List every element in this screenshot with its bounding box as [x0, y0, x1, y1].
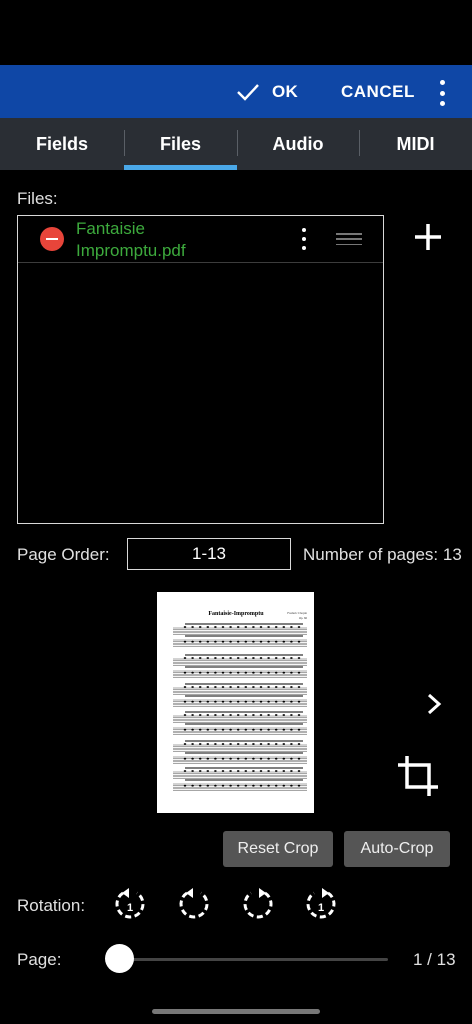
- number-of-pages-label: Number of pages:: [303, 545, 439, 564]
- cancel-button[interactable]: CANCEL: [341, 65, 415, 118]
- number-of-pages-value: 13: [442, 545, 462, 564]
- gesture-nav-bar[interactable]: [152, 1009, 320, 1014]
- file-name[interactable]: Fantaisie Impromptu.pdf: [76, 218, 276, 262]
- svg-text:1: 1: [318, 902, 324, 914]
- checkmark-icon: [237, 83, 259, 101]
- tab-fields-label: Fields: [35, 133, 88, 154]
- tab-fields[interactable]: Fields: [0, 118, 124, 170]
- ok-label: OK: [272, 81, 299, 101]
- rotate-left-90-icon[interactable]: 1: [113, 886, 147, 922]
- ok-button[interactable]: OK: [236, 65, 298, 118]
- drag-handle-icon[interactable]: [336, 233, 362, 245]
- rotate-left-icon[interactable]: [177, 886, 211, 922]
- sheet-music-image: Fantaisie-Impromptu Frederic Chopin Op. …: [173, 611, 308, 791]
- active-tab-indicator: [124, 165, 237, 170]
- tab-audio[interactable]: Audio: [237, 118, 359, 170]
- page-order-label: Page Order:: [17, 545, 110, 564]
- file-name-line1: Fantaisie: [76, 219, 145, 238]
- number-of-pages: Number of pages: 13: [303, 545, 472, 565]
- add-file-icon[interactable]: [412, 221, 444, 253]
- page-slider-track[interactable]: [120, 958, 388, 961]
- tab-files-label: Files: [159, 133, 202, 154]
- cancel-label: CANCEL: [341, 81, 415, 101]
- files-label: Files:: [17, 189, 58, 208]
- page-label: Page:: [17, 950, 62, 969]
- tab-midi[interactable]: MIDI: [359, 118, 472, 170]
- crop-icon[interactable]: [396, 754, 440, 798]
- rotate-right-icon[interactable]: [241, 886, 275, 922]
- tab-files[interactable]: Files: [124, 118, 237, 170]
- rotation-label: Rotation:: [17, 896, 86, 915]
- file-name-line2: Impromptu.pdf: [76, 241, 186, 260]
- score-title: Fantaisie-Impromptu: [208, 611, 264, 617]
- svg-text:1: 1: [127, 902, 133, 914]
- remove-file-icon[interactable]: [40, 227, 64, 251]
- rotate-right-90-icon[interactable]: 1: [304, 886, 338, 922]
- tab-audio-label: Audio: [272, 133, 324, 154]
- reset-crop-button[interactable]: Reset Crop: [223, 831, 333, 867]
- page-preview[interactable]: Fantaisie-Impromptu Frederic Chopin Op. …: [157, 592, 314, 813]
- next-page-chevron-icon[interactable]: [424, 692, 444, 716]
- auto-crop-button[interactable]: Auto-Crop: [344, 831, 450, 867]
- tab-midi-label: MIDI: [396, 133, 435, 154]
- page-order-input[interactable]: [127, 538, 291, 570]
- score-composer: Frederic Chopin: [287, 611, 307, 615]
- more-options-icon[interactable]: [432, 80, 452, 106]
- page-slider-thumb[interactable]: [105, 944, 134, 973]
- score-opus: Op. 66: [299, 616, 308, 620]
- file-options-icon[interactable]: [300, 228, 308, 250]
- page-indicator: 1 / 13: [413, 950, 456, 969]
